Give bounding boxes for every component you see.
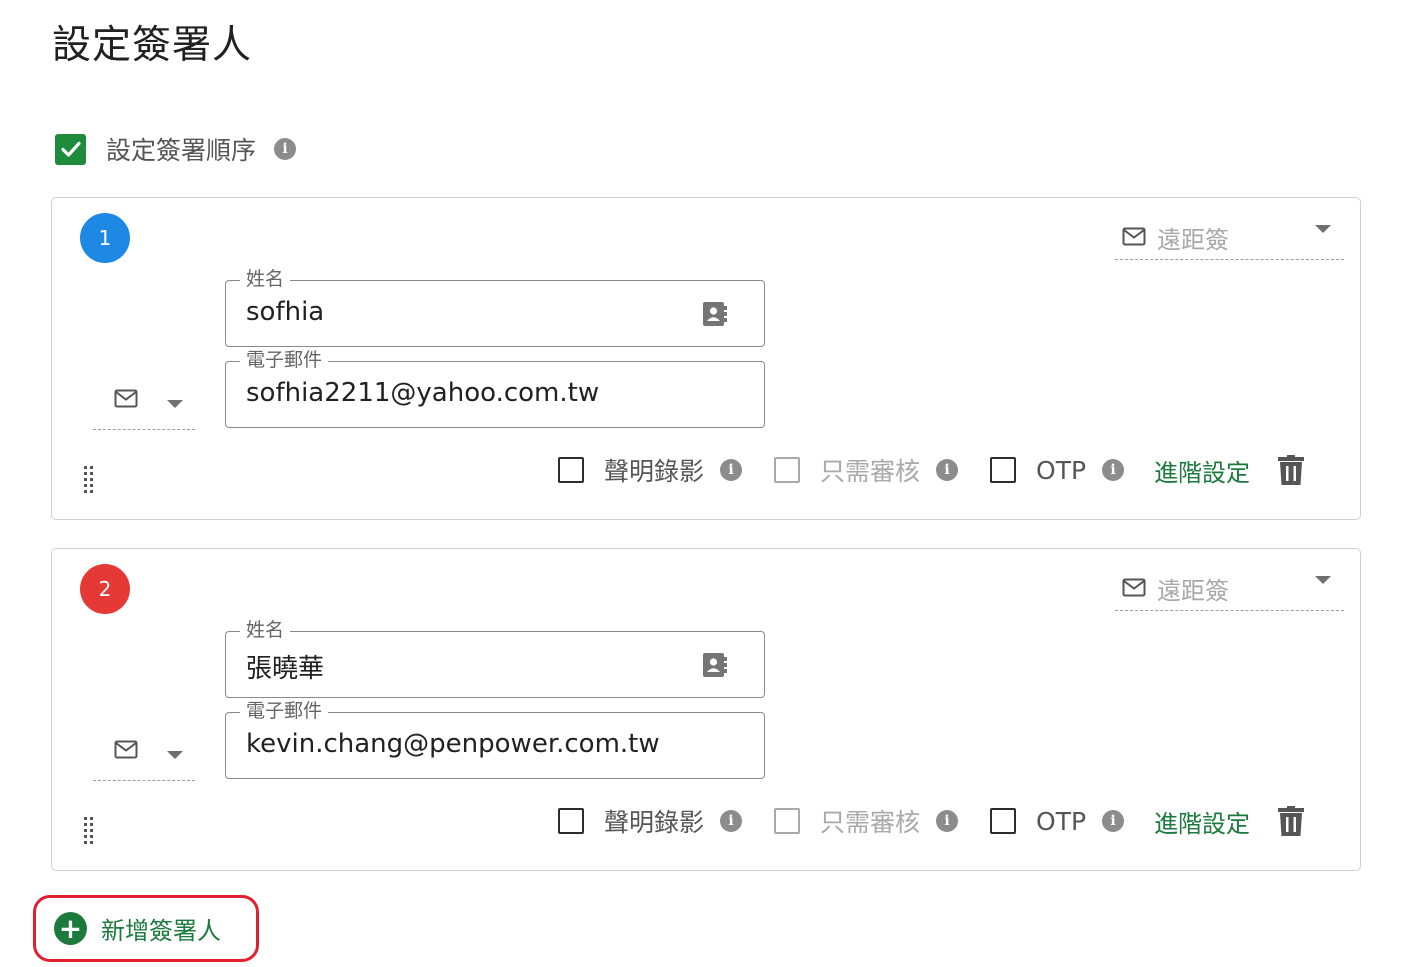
signing-method-value: 遠距簽 (1157, 226, 1229, 254)
chevron-down-icon (167, 751, 183, 759)
review-only-checkbox[interactable] (774, 457, 801, 483)
video-statement-label: 聲明錄影 (604, 808, 705, 837)
mail-icon (114, 740, 138, 759)
signer-options: 聲明錄影 i 只需審核 i OTP i 進階設定 (558, 804, 1305, 839)
email-field-value: kevin.chang@penpower.com.tw (246, 729, 660, 759)
signer-number-badge: 1 (80, 213, 130, 263)
info-icon[interactable]: i (1102, 459, 1125, 481)
drag-handle-icon[interactable] (84, 466, 94, 498)
email-field-label: 電子郵件 (240, 349, 329, 371)
name-field[interactable]: 姓名 sofhia (225, 268, 765, 347)
info-icon[interactable]: i (936, 810, 959, 832)
signing-method-value: 遠距簽 (1157, 577, 1229, 605)
email-field-value: sofhia2211@yahoo.com.tw (246, 378, 600, 408)
video-statement-label: 聲明錄影 (604, 457, 705, 486)
info-icon[interactable]: i (274, 138, 297, 160)
delivery-method-select[interactable] (93, 729, 195, 781)
advanced-settings-link[interactable]: 進階設定 (1154, 453, 1250, 488)
delivery-method-select[interactable] (93, 378, 195, 430)
signing-method-select[interactable]: 遠距簽 (1115, 218, 1344, 260)
name-field[interactable]: 姓名 張曉華 (225, 619, 765, 698)
trash-icon[interactable] (1278, 455, 1305, 485)
signer-card: 1 遠距簽 姓名 sofhia 電子郵件 sofhia2211@yahoo.co… (51, 197, 1361, 520)
signing-order-label: 設定簽署順序 (106, 136, 257, 165)
email-field[interactable]: 電子郵件 sofhia2211@yahoo.com.tw (225, 349, 765, 428)
signer-card: 2 遠距簽 姓名 張曉華 電子郵件 kevin.chang@penpower.c… (51, 548, 1361, 871)
review-only-label: 只需審核 (820, 457, 921, 486)
add-signer-button[interactable]: + 新增簽署人 (33, 895, 259, 962)
signing-order-row: 設定簽署順序 i (55, 133, 297, 165)
drag-handle-icon[interactable] (84, 817, 94, 849)
mail-icon (1122, 227, 1146, 246)
trash-icon[interactable] (1278, 806, 1305, 836)
add-signer-label: 新增簽署人 (101, 917, 221, 945)
chevron-down-icon (167, 400, 183, 408)
chevron-down-icon (1315, 225, 1331, 233)
contact-card-icon[interactable] (702, 301, 728, 327)
video-statement-checkbox[interactable] (558, 457, 584, 483)
signing-method-select[interactable]: 遠距簽 (1115, 569, 1344, 611)
advanced-settings-link[interactable]: 進階設定 (1154, 804, 1250, 839)
mail-icon (1122, 578, 1146, 597)
check-icon (60, 141, 81, 157)
name-field-value: 張曉華 (246, 654, 325, 684)
chevron-down-icon (1315, 576, 1331, 584)
video-statement-checkbox[interactable] (558, 808, 584, 834)
signing-order-checkbox[interactable] (55, 133, 86, 165)
otp-checkbox[interactable] (990, 808, 1017, 834)
otp-checkbox[interactable] (990, 457, 1017, 483)
otp-label: OTP (1036, 806, 1087, 836)
page-title: 設定簽署人 (52, 23, 253, 68)
review-only-label: 只需審核 (820, 808, 921, 837)
info-icon[interactable]: i (720, 459, 743, 481)
contact-card-icon[interactable] (702, 652, 728, 678)
mail-icon (114, 389, 138, 408)
name-field-value: sofhia (246, 297, 325, 327)
email-field-label: 電子郵件 (240, 700, 329, 722)
info-icon[interactable]: i (1102, 810, 1125, 832)
info-icon[interactable]: i (936, 459, 959, 481)
email-field[interactable]: 電子郵件 kevin.chang@penpower.com.tw (225, 700, 765, 779)
name-field-label: 姓名 (240, 268, 291, 290)
info-icon[interactable]: i (720, 810, 743, 832)
review-only-checkbox[interactable] (774, 808, 801, 834)
name-field-label: 姓名 (240, 619, 291, 641)
plus-icon: + (54, 912, 87, 945)
signer-number-badge: 2 (80, 564, 130, 614)
otp-label: OTP (1036, 455, 1087, 485)
signer-options: 聲明錄影 i 只需審核 i OTP i 進階設定 (558, 453, 1305, 488)
